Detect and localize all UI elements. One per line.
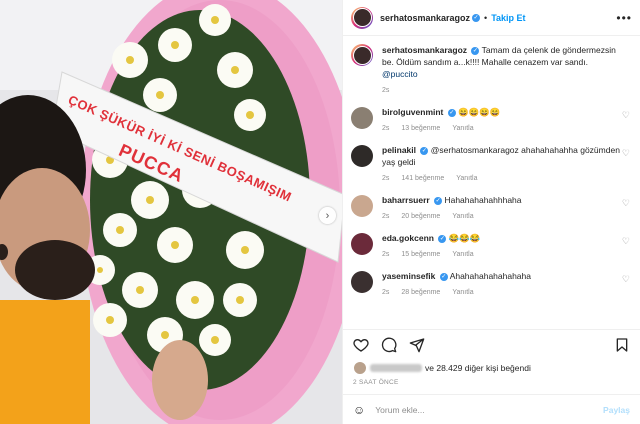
verified-badge-icon: ✓: [434, 196, 443, 205]
verified-badge-icon: ✓: [438, 234, 447, 243]
bookmark-icon[interactable]: [614, 337, 630, 353]
avatar[interactable]: [351, 195, 373, 217]
comment-username[interactable]: baharrsuerr: [382, 195, 430, 205]
heart-icon[interactable]: [353, 337, 369, 353]
comment-item: birolguvenmint ✓ 😄😄😄😄 2s 13 beğenme Yanıtla…: [351, 106, 632, 135]
reply-button[interactable]: Yanıtla: [452, 213, 473, 220]
avatar[interactable]: [351, 271, 373, 293]
caption-mention[interactable]: @puccito: [382, 69, 418, 79]
comment-time: 2s: [382, 175, 390, 182]
instagram-post: ÇOK ŞÜKÜR İYİ Kİ SENİ BOŞAMIŞIM PUCCA › …: [0, 0, 640, 424]
emoji-icon[interactable]: ☺: [353, 403, 365, 417]
reply-button[interactable]: Yanıtla: [452, 251, 473, 258]
avatar[interactable]: [351, 233, 373, 255]
header-username[interactable]: serhatosmankaragoz: [380, 13, 470, 23]
verified-badge-icon: ✓: [420, 146, 429, 155]
reply-button[interactable]: Yanıtla: [452, 289, 473, 296]
comment-likes[interactable]: 28 beğenme: [401, 289, 440, 296]
comment-text: Ahahahahahahahaha: [449, 271, 531, 281]
comment-username[interactable]: pelinakil: [382, 145, 416, 155]
comment-heart-icon[interactable]: ♡: [622, 274, 630, 285]
comment-heart-icon[interactable]: ♡: [622, 236, 630, 247]
comment-icon[interactable]: [381, 337, 397, 353]
caption: serhatosmankaragoz ✓ Tamam da çelenk de …: [351, 44, 632, 97]
post-sidebar: serhatosmankaragoz ✓ • Takip Et ••• serh…: [342, 0, 640, 424]
avatar[interactable]: [351, 145, 373, 167]
comments-list: serhatosmankaragoz ✓ Tamam da çelenk de …: [343, 36, 640, 329]
comment-item: baharrsuerr ✓ Hahahahahahhhaha 2s 20 beğen…: [351, 194, 632, 223]
caption-time: 2s: [382, 87, 390, 94]
avatar[interactable]: [351, 44, 373, 66]
comment-likes[interactable]: 13 beğenme: [401, 125, 440, 132]
comment-time: 2s: [382, 213, 390, 220]
comment-text: 😄😄😄😄: [458, 107, 501, 117]
reply-button[interactable]: Yanıtla: [452, 125, 473, 132]
comment-heart-icon[interactable]: ♡: [622, 148, 630, 159]
comment-input[interactable]: Yorum ekle...: [375, 405, 603, 415]
wreath-photo-illustration: [0, 0, 342, 424]
comment-text: @serhatosmankaragoz ahahahahahha gözümde…: [382, 145, 620, 167]
comment-text: 😂😂😂: [448, 233, 481, 243]
more-horizontal-icon[interactable]: •••: [616, 11, 632, 25]
share-icon[interactable]: [409, 337, 425, 353]
avatar[interactable]: [351, 107, 373, 129]
comment-username[interactable]: eda.gokcenn: [382, 233, 434, 243]
chevron-right-icon[interactable]: ›: [319, 207, 336, 224]
comment-item: pelinakil ✓ @serhatosmankaragoz ahahahah…: [351, 144, 632, 185]
comment-heart-icon[interactable]: ♡: [622, 198, 630, 209]
comment-heart-icon[interactable]: ♡: [622, 110, 630, 121]
comment-username[interactable]: birolguvenmint: [382, 107, 443, 117]
comment-time: 2s: [382, 125, 390, 132]
post-timestamp: 2 SAAT ÖNCE: [353, 379, 399, 386]
verified-badge-icon: ✓: [439, 272, 448, 281]
comment-likes[interactable]: 141 beğenme: [401, 175, 444, 182]
follow-button[interactable]: Takip Et: [491, 13, 525, 23]
caption-username[interactable]: serhatosmankaragoz: [382, 45, 467, 55]
comment-items: birolguvenmint ✓ 😄😄😄😄 2s 13 beğenme Yanıtla…: [351, 106, 632, 299]
likes-text[interactable]: ve 28.429 diğer kişi beğendi: [425, 363, 531, 373]
post-header: serhatosmankaragoz ✓ • Takip Et •••: [343, 0, 640, 36]
comment-composer: ☺ Yorum ekle... Paylaş: [343, 394, 640, 424]
comment-item: yaseminsefik ✓ Ahahahahahahahaha 2s 28 beğ…: [351, 270, 632, 299]
comment-likes[interactable]: 20 beğenme: [401, 213, 440, 220]
comment-time: 2s: [382, 289, 390, 296]
comment-likes[interactable]: 15 beğenme: [401, 251, 440, 258]
verified-badge-icon: ✓: [447, 108, 456, 117]
comment-time: 2s: [382, 251, 390, 258]
liker-name-blurred: [370, 364, 422, 372]
reply-button[interactable]: Yanıtla: [456, 175, 477, 182]
comment-item: eda.gokcenn ✓ 😂😂😂 2s 15 beğenme Yanıtla ♡: [351, 232, 632, 261]
comment-username[interactable]: yaseminsefik: [382, 271, 435, 281]
verified-badge-icon: ✓: [472, 13, 481, 22]
likes-row: ve 28.429 diğer kişi beğendi: [343, 359, 640, 377]
action-bar: [343, 329, 640, 359]
post-photo[interactable]: ÇOK ŞÜKÜR İYİ Kİ SENİ BOŞAMIŞIM PUCCA ›: [0, 0, 342, 424]
comment-text: Hahahahahahhhaha: [444, 195, 522, 205]
post-comment-button[interactable]: Paylaş: [603, 405, 630, 415]
verified-badge-icon: ✓: [471, 46, 480, 55]
separator-dot: •: [484, 12, 488, 23]
avatar[interactable]: [351, 6, 373, 29]
liker-avatar[interactable]: [353, 361, 367, 375]
